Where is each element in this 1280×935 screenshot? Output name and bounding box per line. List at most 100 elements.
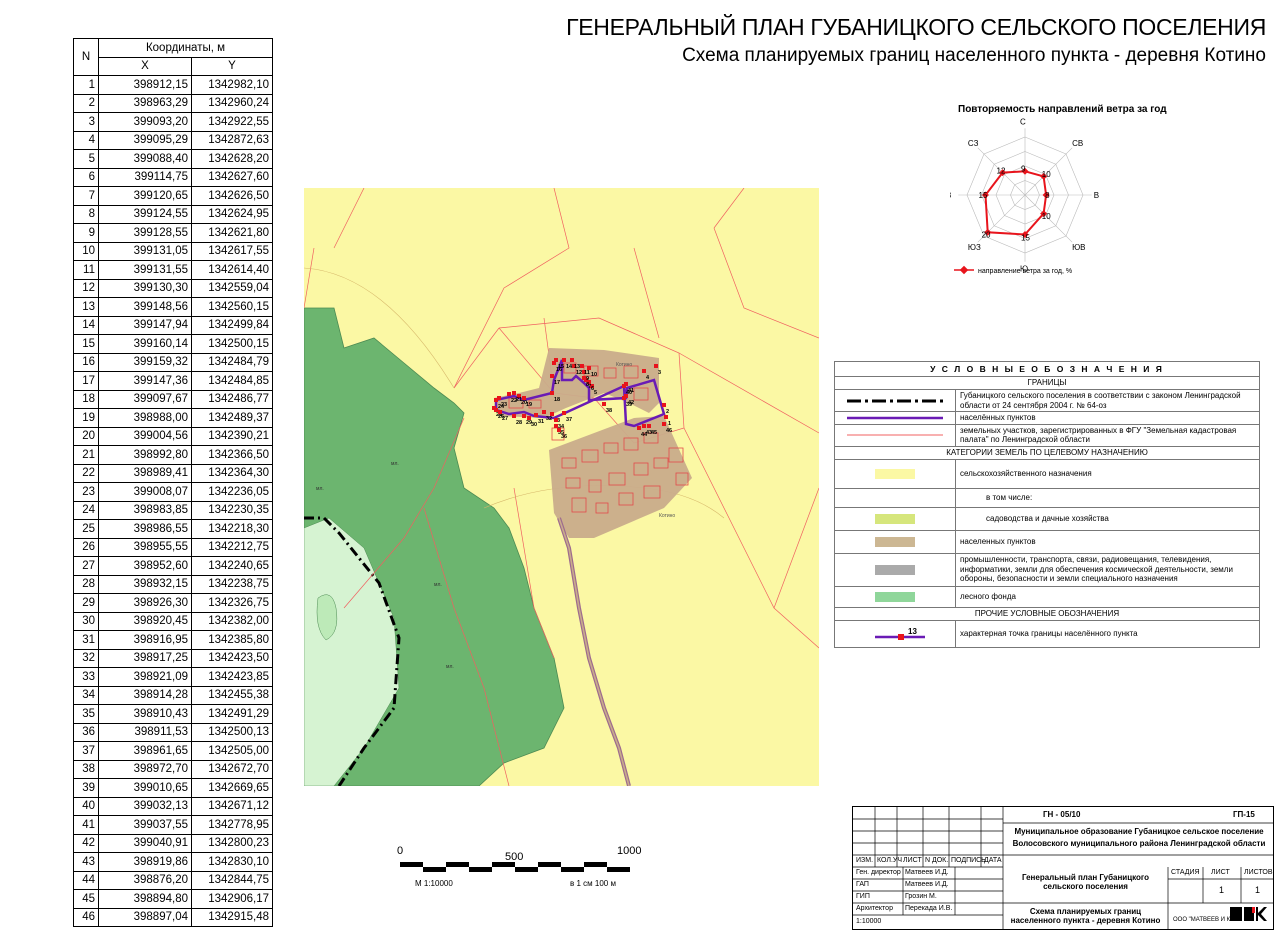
boundary-point-label: 10 <box>591 372 597 378</box>
table-row: 3 399093,20 1342922,55 <box>73 112 273 132</box>
map-canvas[interactable]: 1234567891011121314151617181920212223242… <box>304 188 819 786</box>
table-row: 29 398926,30 1342326,75 <box>73 593 273 613</box>
page-title: ГЕНЕРАЛЬНЫЙ ПЛАН ГУБАНИЦКОГО СЕЛЬСКОГО П… <box>566 14 1266 40</box>
coord-cell-y: 1342872,63 <box>191 130 273 150</box>
coord-cell-n: 42 <box>73 833 99 853</box>
boundary-point-label: 42 <box>628 400 634 406</box>
coord-cell-n: 41 <box>73 815 99 835</box>
col-n-header: N <box>73 38 99 76</box>
coord-cell-x: 398921,09 <box>98 667 192 687</box>
coord-cell-n: 45 <box>73 889 99 909</box>
table-row: 38 398972,70 1342672,70 <box>73 759 273 779</box>
legend-row-incl: в том числе: <box>835 488 1259 508</box>
coord-cell-n: 29 <box>73 593 99 613</box>
coord-cell-x: 399120,65 <box>98 186 192 206</box>
coord-cell-x: 398910,43 <box>98 704 192 724</box>
boundary-point-marker <box>554 418 558 422</box>
wind-direction-label: С <box>1020 117 1026 126</box>
coord-cell-x: 398919,86 <box>98 852 192 872</box>
table-row: 17 399147,36 1342484,85 <box>73 371 273 391</box>
coord-cell-y: 1342621,80 <box>191 223 273 243</box>
wind-value-label: 9 <box>1021 164 1026 173</box>
agri-swatch <box>875 468 915 479</box>
coord-cell-x: 399114,75 <box>98 167 192 187</box>
coord-cell-n: 17 <box>73 371 99 391</box>
col-izm: ИЗМ. <box>856 857 874 864</box>
boundary-point-marker <box>642 424 646 428</box>
table-row: 41 399037,55 1342778,95 <box>73 815 273 835</box>
coord-cell-y: 1342906,17 <box>191 889 273 909</box>
legend-row-localities: населённых пунктов <box>835 412 1259 425</box>
col-ndoc: N ДОК. <box>925 857 949 864</box>
scale-bar: 0 500 1000 М 1:10000 в 1 см 100 м <box>397 845 641 888</box>
legend-row-garden: садоводства и дачные хозяйства <box>835 507 1259 531</box>
coord-cell-n: 27 <box>73 556 99 576</box>
boundary-point-marker <box>624 382 628 386</box>
col-coords-header: Координаты, м <box>98 38 273 58</box>
coord-cell-y: 1342560,15 <box>191 297 273 317</box>
sheets-header: ЛИСТОВ <box>1244 869 1273 876</box>
project-name: Генеральный план Губаницкого сельского п… <box>1021 873 1150 891</box>
coord-cell-n: 14 <box>73 315 99 335</box>
boundary-point-marker <box>580 364 584 368</box>
coord-cell-n: 1 <box>73 75 99 95</box>
wind-value-label: 15 <box>1021 234 1030 243</box>
scale-block <box>538 862 561 867</box>
coord-cell-y: 1342778,95 <box>191 815 273 835</box>
table-row: 25 398986,55 1342218,30 <box>73 519 273 539</box>
page-subtitle: Схема планируемых границ населенного пун… <box>682 45 1266 66</box>
coord-cell-n: 34 <box>73 685 99 705</box>
boundary-point-marker <box>624 394 628 398</box>
boundary-point-marker <box>507 392 511 396</box>
coord-cell-y: 1342800,23 <box>191 833 273 853</box>
boundary-point-marker <box>642 369 646 373</box>
legend-header: У С Л О В Н Ы Е О Б О З Н А Ч Е Н И Я <box>835 362 1259 377</box>
wind-value-label: 10 <box>1042 212 1051 221</box>
coord-cell-n: 10 <box>73 241 99 261</box>
map-label-forest-4: мл. <box>446 664 454 670</box>
coord-cell-y: 1342218,30 <box>191 519 273 539</box>
coord-cell-y: 1342671,12 <box>191 796 273 816</box>
boundary-point-marker <box>554 424 558 428</box>
wind-direction-label: ЮВ <box>1072 243 1085 252</box>
map-label-forest-2: мл. <box>316 486 324 492</box>
map-label-kotino-bottom: Котино <box>659 513 675 519</box>
title-block: ГН - 05/10 ГП-15 Муниципальное образован… <box>852 806 1274 930</box>
table-row: 14 399147,94 1342499,84 <box>73 315 273 335</box>
coord-cell-x: 398876,20 <box>98 870 192 890</box>
coord-cell-y: 1342669,65 <box>191 778 273 798</box>
coord-cell-n: 43 <box>73 852 99 872</box>
coord-cell-n: 30 <box>73 611 99 631</box>
boundary-point-marker <box>662 403 666 407</box>
coord-cell-x: 399147,36 <box>98 371 192 391</box>
stamp-scale: 1:10000 <box>856 918 882 925</box>
role-gap: ГАП <box>856 881 869 888</box>
scale-block <box>561 867 584 872</box>
coord-cell-n: 39 <box>73 778 99 798</box>
wind-legend-marker <box>959 265 969 275</box>
coord-cell-y: 1342499,84 <box>191 315 273 335</box>
scale-block <box>515 867 538 872</box>
col-list: ЛИСТ <box>903 857 922 864</box>
name-gap: Матвеев И.Д. <box>905 881 949 888</box>
table-row: 5 399088,40 1342628,20 <box>73 149 273 169</box>
role-architect: Архитектор <box>856 905 893 912</box>
boundary-point-marker <box>522 414 526 418</box>
coord-cell-n: 35 <box>73 704 99 724</box>
coord-cell-x: 398911,53 <box>98 722 192 742</box>
coord-cell-x: 399148,56 <box>98 297 192 317</box>
legend-row-settlement: Губаницкого сельского поселения в соотве… <box>835 390 1259 412</box>
wind-direction-label: СЗ <box>968 139 979 148</box>
wind-rose-title: Повторяемость направлений ветра за год <box>958 104 1167 115</box>
boundary-point-label: 11 <box>584 370 590 376</box>
coord-cell-n: 19 <box>73 408 99 428</box>
coord-cell-y: 1342982,10 <box>191 75 273 95</box>
boundary-point-label: 6 <box>591 386 594 392</box>
coord-cell-y: 1342484,79 <box>191 352 273 372</box>
coord-cell-x: 399131,05 <box>98 241 192 261</box>
garden-swatch <box>875 513 915 524</box>
table-row: 11 399131,55 1342614,40 <box>73 260 273 280</box>
coord-cell-x: 399037,55 <box>98 815 192 835</box>
boundary-point-label: 28 <box>516 420 522 426</box>
coord-cell-n: 46 <box>73 907 99 927</box>
